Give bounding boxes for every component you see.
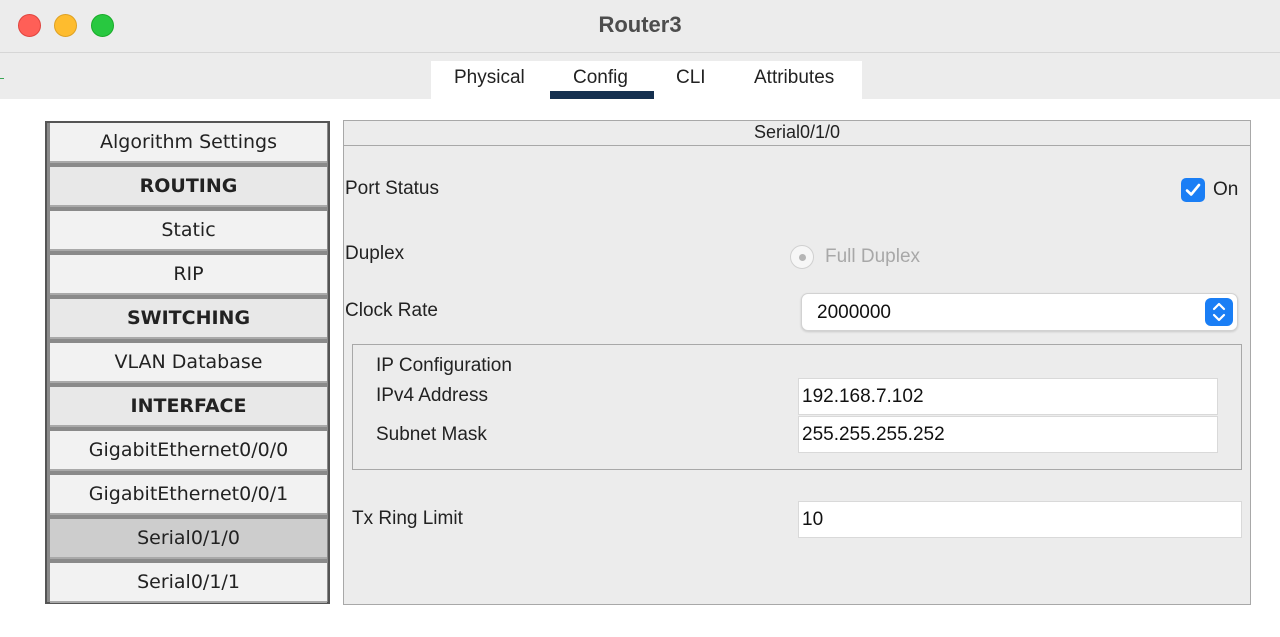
ip-configuration-title: IP Configuration [376, 355, 512, 376]
tx-ring-limit-label: Tx Ring Limit [352, 508, 463, 529]
ipv4-address-input[interactable] [798, 378, 1218, 415]
up-down-chevron-icon [1205, 298, 1233, 326]
tab-cli[interactable]: CLI [676, 67, 706, 89]
active-tab-indicator [550, 91, 654, 99]
sidebar-item-gigabitethernet-0-0-1[interactable]: GigabitEthernet0/0/1 [50, 475, 327, 515]
tab-config[interactable]: Config [573, 67, 628, 89]
port-status-on-label: On [1213, 179, 1239, 200]
clock-rate-label: Clock Rate [345, 300, 438, 321]
router-config-window: Router3 Physical Config CLI Attributes A… [0, 0, 1280, 637]
checkmark-icon [1185, 183, 1201, 196]
sidebar-item-serial-0-1-1[interactable]: Serial0/1/1 [50, 563, 327, 603]
sidebar-item-algorithm-settings[interactable]: Algorithm Settings [50, 123, 327, 163]
subnet-mask-input[interactable] [798, 416, 1218, 453]
config-sidebar: Algorithm Settings ROUTING Static RIP SW… [45, 121, 330, 604]
tab-physical[interactable]: Physical [454, 67, 525, 89]
sidebar-section-routing: ROUTING [50, 167, 327, 207]
clock-rate-select[interactable]: 2000000 [801, 293, 1238, 331]
port-status-checkbox[interactable] [1181, 178, 1205, 202]
tab-attributes[interactable]: Attributes [754, 67, 834, 89]
sidebar-item-gigabitethernet-0-0-0[interactable]: GigabitEthernet0/0/0 [50, 431, 327, 471]
ipv4-address-label: IPv4 Address [376, 385, 488, 406]
port-status-label: Port Status [345, 178, 439, 199]
sidebar-item-serial-0-1-0[interactable]: Serial0/1/0 [50, 519, 327, 559]
title-bar: Router3 [0, 0, 1280, 53]
full-duplex-radio[interactable] [790, 245, 814, 269]
sidebar-item-vlan-database[interactable]: VLAN Database [50, 343, 327, 383]
panel-title: Serial0/1/0 [344, 121, 1250, 146]
tx-ring-limit-input[interactable] [798, 501, 1242, 538]
clock-rate-value: 2000000 [817, 302, 891, 323]
sidebar-section-interface: INTERFACE [50, 387, 327, 427]
sidebar-section-switching: SWITCHING [50, 299, 327, 339]
duplex-label: Duplex [345, 243, 405, 264]
subnet-mask-label: Subnet Mask [376, 424, 487, 445]
radio-dot [799, 254, 806, 261]
sidebar-item-rip[interactable]: RIP [50, 255, 327, 295]
background-edge-line [0, 78, 4, 79]
window-title: Router3 [598, 12, 682, 37]
full-duplex-label: Full Duplex [825, 246, 921, 267]
sidebar-item-static[interactable]: Static [50, 211, 327, 251]
